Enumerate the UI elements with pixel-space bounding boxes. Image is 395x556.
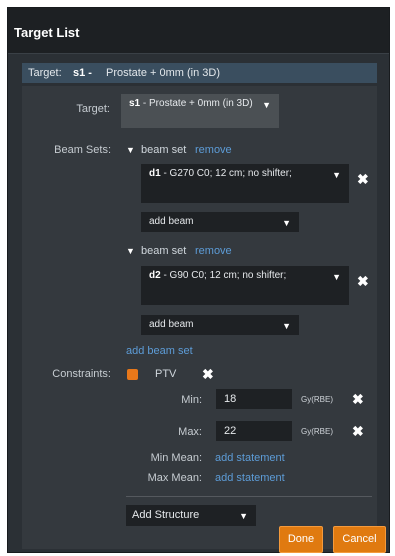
remove-max-icon[interactable]: ✖ [352,423,364,440]
beam-set-1-title: beam set [141,144,187,156]
target-summary-value: Prostate + 0mm (in 3D) [106,67,221,79]
remove-beam-2-icon[interactable]: ✖ [357,273,369,290]
min-mean-add-statement-link[interactable]: add statement [215,452,285,464]
max-dose-input[interactable]: 22 [216,421,292,441]
min-dose-input[interactable]: 18 [216,389,292,409]
add-structure-select[interactable]: Add Structure ▼ [126,505,256,526]
remove-beam-1-icon[interactable]: ✖ [357,171,369,188]
caret-down-icon: ▼ [332,272,341,282]
add-beam-set-link[interactable]: add beam set [126,345,193,357]
target-select[interactable]: s1 - Prostate + 0mm (in 3D) ▼ [121,94,279,128]
beam-sets-label: Beam Sets: [54,144,111,156]
cancel-button[interactable]: Cancel [333,526,386,553]
max-mean-add-statement-link[interactable]: add statement [215,472,285,484]
triangle-down-icon[interactable]: ▼ [126,145,135,155]
target-label: Target: [76,103,110,115]
structure-color-swatch [127,369,138,380]
beam-1-text: - G270 C0; 12 cm; no shifter; [160,168,292,179]
beam-set-2-remove-link[interactable]: remove [195,245,232,257]
beam-2-text: - G90 C0; 12 cm; no shifter; [160,270,287,281]
done-button[interactable]: Done [279,526,323,553]
target-select-code: s1 [129,98,141,109]
caret-down-icon: ▼ [282,321,291,331]
add-structure-label: Add Structure [132,509,200,521]
beam-set-1-remove-link[interactable]: remove [195,144,232,156]
max-unit: Gy(RBE) [301,427,333,436]
target-summary-code: s1 - [73,67,92,79]
remove-min-icon[interactable]: ✖ [352,391,364,408]
beam-1-select[interactable]: d1 - G270 C0; 12 cm; no shifter; ▼ [141,164,349,203]
beam-2-select[interactable]: d2 - G90 C0; 12 cm; no shifter; ▼ [141,266,349,305]
add-beam-1-select[interactable]: add beam ▼ [141,212,299,232]
min-label: Min: [181,394,202,406]
min-unit: Gy(RBE) [301,395,333,404]
caret-down-icon: ▼ [262,100,271,110]
caret-down-icon: ▼ [282,218,291,228]
remove-structure-icon[interactable]: ✖ [202,366,214,383]
beam-2-code: d2 [149,270,161,281]
divider [126,496,372,497]
panel-title: Target List [14,25,80,40]
target-select-text: - Prostate + 0mm (in 3D) [140,98,253,109]
add-beam-1-label: add beam [149,216,194,227]
beam-1-code: d1 [149,168,161,179]
caret-down-icon: ▼ [332,170,341,180]
add-beam-2-select[interactable]: add beam ▼ [141,315,299,335]
target-summary-bar[interactable]: Target: s1 - Prostate + 0mm (in 3D) [22,63,377,83]
target-summary-label: Target: [28,67,62,79]
add-beam-2-label: add beam [149,319,194,330]
target-editor: Target: s1 - Prostate + 0mm (in 3D) ▼ Be… [22,86,377,549]
panel-header: Target List [8,8,389,54]
constraints-label: Constraints: [52,368,111,380]
min-mean-label: Min Mean: [150,452,202,464]
beam-set-2-title: beam set [141,245,187,257]
triangle-down-icon[interactable]: ▼ [126,246,135,256]
caret-down-icon: ▼ [239,511,248,521]
max-label: Max: [178,426,202,438]
max-mean-label: Max Mean: [147,472,202,484]
structure-name: PTV [155,368,177,380]
target-list-panel: Target List Target: s1 - Prostate + 0mm … [7,7,390,553]
